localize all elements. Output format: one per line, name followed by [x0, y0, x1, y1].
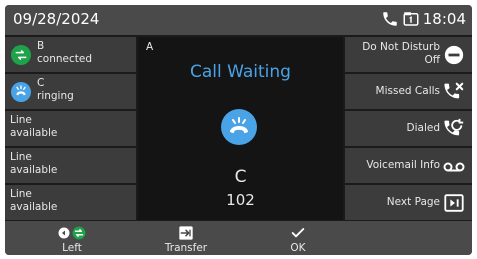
line-key-status: available [10, 127, 58, 139]
missed-calls-label: Missed Calls [375, 85, 440, 97]
voicemail-label: Voicemail Info [366, 159, 440, 171]
softkey-label: Transfer [164, 242, 208, 254]
line-key-text: B connected [37, 40, 92, 66]
status-bar: 09/28/2024 18:04 [5, 5, 472, 35]
transfer-softkey[interactable]: Transfer [151, 221, 221, 255]
line-key-3[interactable]: Line available [5, 111, 136, 146]
call-panel: A Call Waiting C 102 [138, 37, 343, 220]
left-softkey[interactable]: Left [37, 221, 107, 255]
line-key-text: Line available [10, 188, 57, 214]
active-line-label: A [146, 41, 154, 53]
line-key-text: Line available [10, 114, 57, 140]
dnd-label: Do Not Disturb Off [362, 41, 440, 67]
line-key-text: Line available [10, 151, 57, 177]
line-key-name: Line [10, 151, 32, 163]
line-key-status: available [10, 201, 58, 213]
line-key-text: C ringing [37, 77, 74, 103]
caller-name: C [234, 167, 247, 187]
line-key-name: C [37, 77, 45, 89]
dialed-calls-icon [442, 117, 466, 141]
line-key-c[interactable]: C ringing [5, 74, 136, 109]
line-key-status: connected [37, 53, 92, 65]
date-display: 09/28/2024 [13, 10, 100, 28]
clock-display: 18:04 [422, 10, 466, 28]
line-key-name: Line [10, 188, 32, 200]
line-key-status: ringing [37, 90, 74, 102]
dnd-label-line2: Off [424, 54, 441, 66]
line-key-5[interactable]: Line available [5, 185, 136, 220]
call-status: Call Waiting [190, 62, 291, 82]
phone-screen: 09/28/2024 18:04 B connected C ringing L… [5, 5, 472, 255]
softkey-bar: Left Transfer OK [5, 221, 472, 255]
line-key-name: B [37, 40, 45, 52]
status-icons: 18:04 [381, 10, 466, 28]
voicemail-icon [442, 154, 466, 178]
voicemail-info-key[interactable]: Voicemail Info [345, 148, 472, 183]
call-ringing-icon [11, 82, 31, 102]
handset-mode-icon [402, 10, 420, 28]
softkey-label: OK [290, 242, 306, 254]
do-not-disturb-key[interactable]: Do Not Disturb Off [345, 37, 472, 72]
next-page-key[interactable]: Next Page [345, 185, 472, 220]
ok-softkey[interactable]: OK [263, 221, 333, 255]
check-icon [263, 224, 333, 242]
left-line-icon [37, 224, 107, 242]
line-key-name: Line [10, 114, 32, 126]
transfer-icon [151, 224, 221, 242]
phone-icon [381, 10, 399, 28]
missed-calls-key[interactable]: Missed Calls [345, 74, 472, 109]
line-key-4[interactable]: Line available [5, 148, 136, 183]
caller-number: 102 [226, 191, 255, 209]
next-page-icon [442, 191, 466, 215]
do-not-disturb-icon [442, 43, 466, 67]
softkey-label: Left [62, 242, 82, 254]
dnd-label-line1: Do Not Disturb [362, 41, 440, 53]
missed-calls-icon [442, 80, 466, 104]
line-key-status: available [10, 164, 58, 176]
dialed-key[interactable]: Dialed [345, 111, 472, 146]
line-key-b[interactable]: B connected [5, 37, 136, 72]
incoming-call-icon [221, 109, 257, 145]
call-connected-icon [11, 45, 31, 65]
dialed-label: Dialed [406, 122, 440, 134]
next-page-label: Next Page [386, 196, 440, 208]
